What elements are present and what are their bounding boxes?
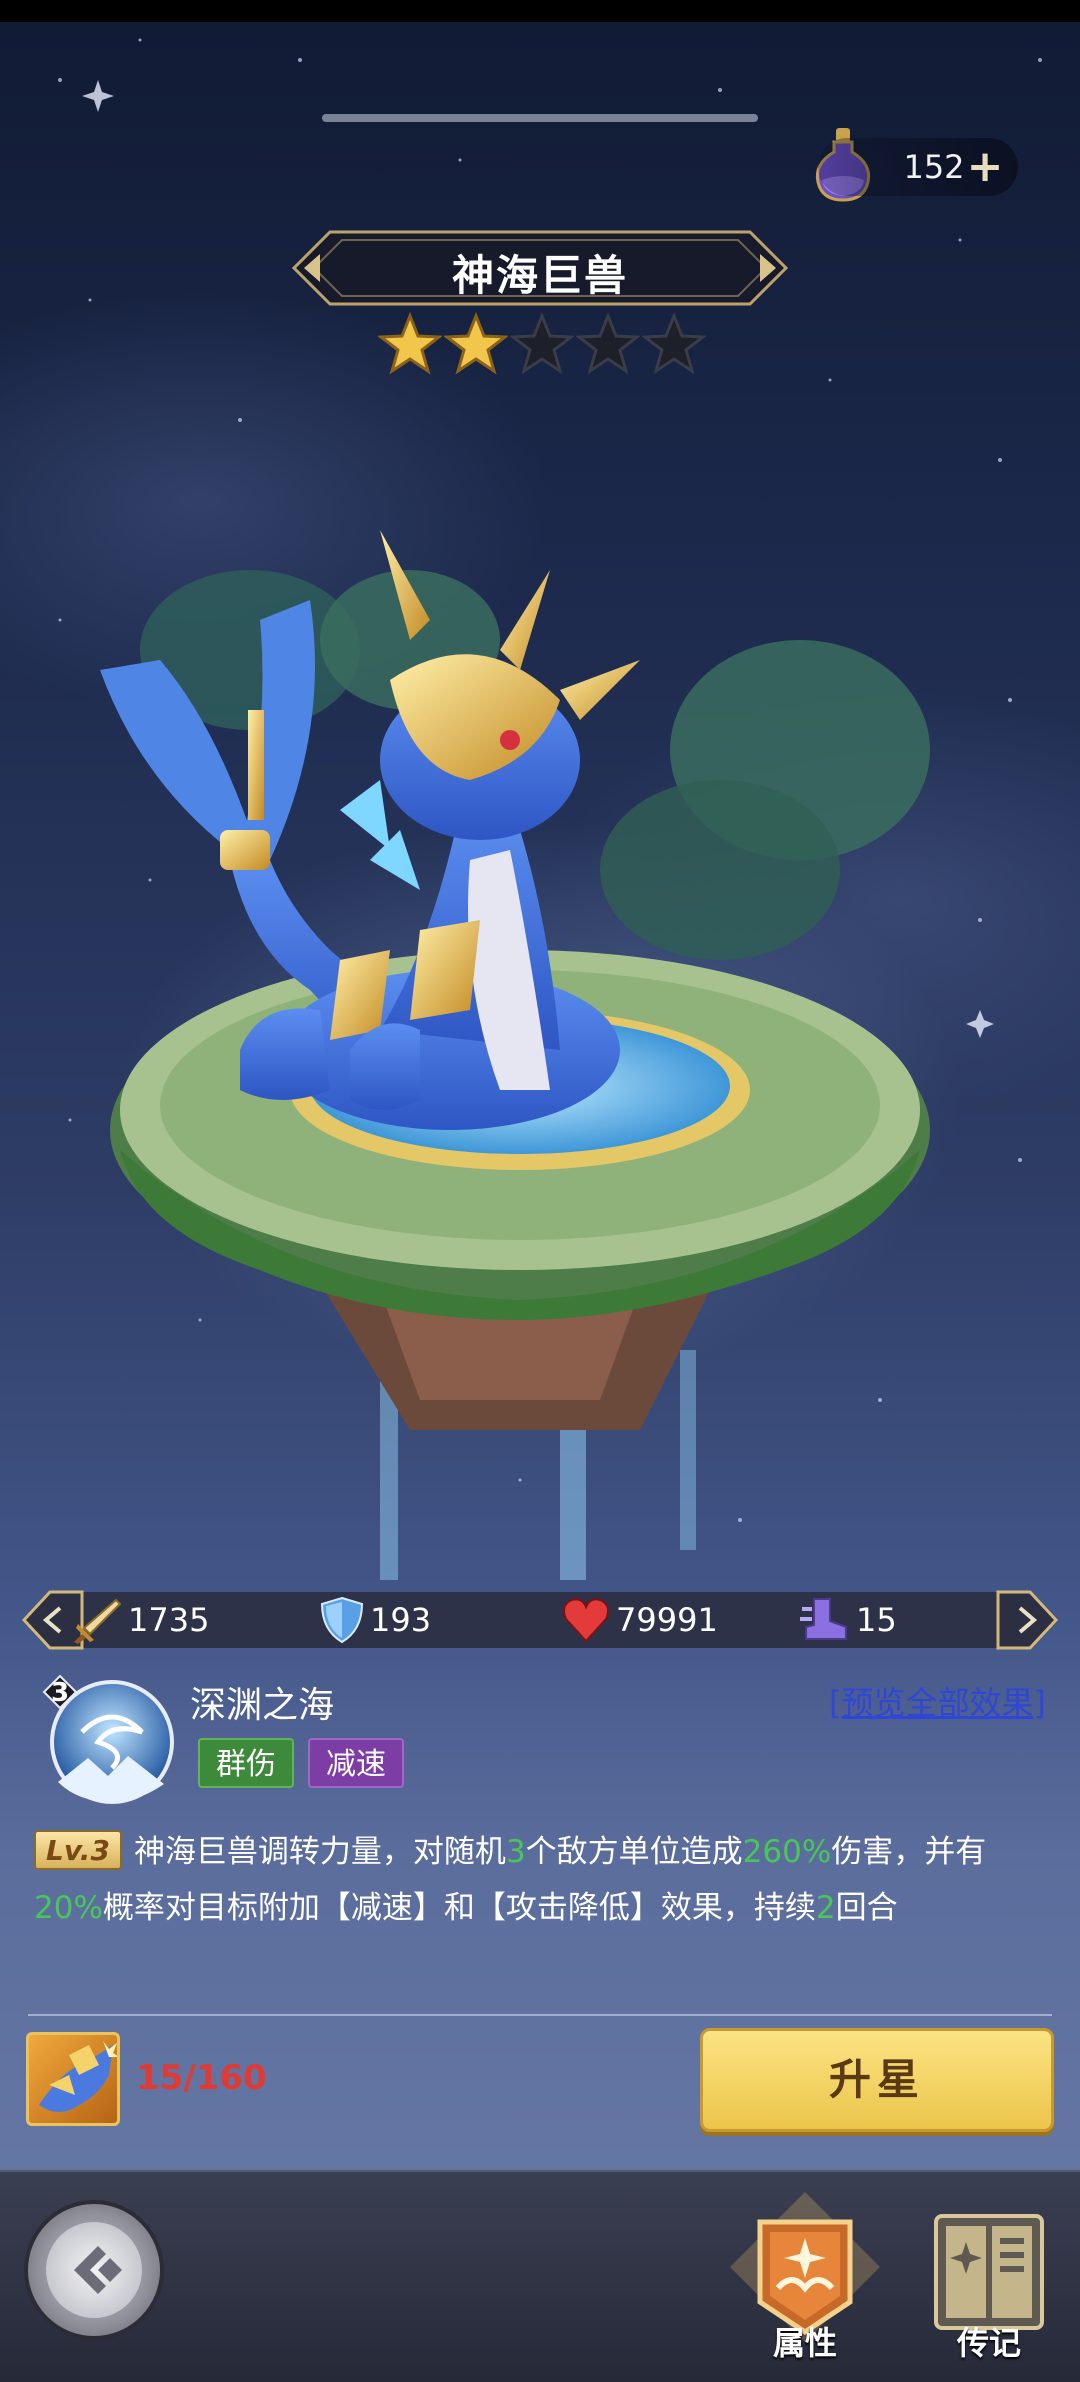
tab-biography-label: 传记 bbox=[956, 2324, 1021, 2362]
desc-text: 神海巨兽调转力量，对随机 bbox=[133, 1834, 506, 1870]
skill-description: Lv.3 神海巨兽调转力量，对随机3个敌方单位造成260%伤害，并有 20%概率对目… bbox=[34, 1824, 1054, 1936]
desc-text: 伤害，并有 bbox=[831, 1834, 987, 1870]
add-currency-button[interactable]: + bbox=[958, 140, 1012, 194]
star-rating bbox=[378, 312, 708, 378]
desc-highlight: 20% bbox=[34, 1890, 103, 1926]
desc-text: 概率对目标附加【减速】和【攻击降低】效果，持续 bbox=[102, 1890, 816, 1926]
skill-level-number: 3 bbox=[50, 1678, 70, 1708]
pet-shard-icon bbox=[39, 2041, 117, 2112]
game-scene-background: 152 + 神海巨兽 1735 193 79991 15 3 深渊之海 [预览全… bbox=[0, 0, 1080, 2382]
pet-name: 神海巨兽 bbox=[451, 251, 628, 300]
star-upgrade-label: 升星 bbox=[828, 2055, 925, 2104]
skill-tag-aoe: 群伤 bbox=[198, 1738, 294, 1788]
star-empty-icon bbox=[576, 312, 640, 375]
creature-island-illustration bbox=[100, 530, 930, 1580]
shield-icon bbox=[320, 1596, 364, 1644]
skill-tag-slow: 减速 bbox=[308, 1738, 404, 1788]
shard-count: 15/160 bbox=[136, 2058, 267, 2098]
next-pet-arrow-icon[interactable] bbox=[994, 1588, 1060, 1652]
skill-level-badge: Lv.3 bbox=[34, 1830, 122, 1870]
desc-highlight: 260% bbox=[742, 1834, 832, 1870]
stats-bar: 1735 193 79991 15 bbox=[20, 1588, 1060, 1652]
pet-shard-card[interactable] bbox=[26, 2032, 120, 2126]
speed-value: 15 bbox=[856, 1601, 897, 1639]
tab-attributes-label: 属性 bbox=[772, 2324, 837, 2362]
pet-name-plate: 神海巨兽 bbox=[290, 228, 790, 308]
back-button[interactable] bbox=[24, 2200, 164, 2340]
desc-highlight: 2 bbox=[815, 1890, 836, 1926]
bottom-navigation: 属性 传记 bbox=[0, 2170, 1080, 2382]
defense-stat: 193 bbox=[320, 1596, 431, 1644]
star-filled-icon bbox=[378, 312, 442, 375]
heart-icon bbox=[563, 1598, 609, 1643]
hp-value: 79991 bbox=[616, 1601, 718, 1639]
boot-icon bbox=[800, 1598, 847, 1640]
star-empty-icon bbox=[510, 312, 574, 375]
defense-value: 193 bbox=[370, 1601, 432, 1639]
section-divider bbox=[28, 2014, 1052, 2016]
speed-stat: 15 bbox=[800, 1596, 897, 1644]
preview-all-effects-link[interactable]: [预览全部效果] bbox=[829, 1678, 1046, 1724]
star-upgrade-button[interactable]: 升星 bbox=[700, 2028, 1054, 2132]
back-button-inner bbox=[46, 2222, 142, 2318]
star-filled-icon bbox=[444, 312, 508, 375]
currency-counter: 152 + bbox=[818, 138, 1018, 196]
desc-text: 个敌方单位造成 bbox=[525, 1834, 743, 1870]
skill-name: 深渊之海 bbox=[190, 1685, 335, 1726]
attack-stat: 1735 bbox=[72, 1596, 209, 1644]
back-arrow-icon bbox=[74, 2246, 122, 2294]
hp-stat: 79991 bbox=[562, 1596, 718, 1644]
tab-biography[interactable]: 传记 bbox=[914, 2192, 1064, 2372]
star-empty-icon bbox=[642, 312, 706, 375]
sword-icon bbox=[74, 1598, 122, 1644]
tab-attributes[interactable]: 属性 bbox=[730, 2192, 880, 2372]
desc-highlight: 3 bbox=[505, 1834, 526, 1870]
desc-text: 回合 bbox=[835, 1890, 898, 1926]
attack-value: 1735 bbox=[128, 1601, 210, 1639]
skill-icon[interactable]: 3 bbox=[28, 1672, 174, 1812]
